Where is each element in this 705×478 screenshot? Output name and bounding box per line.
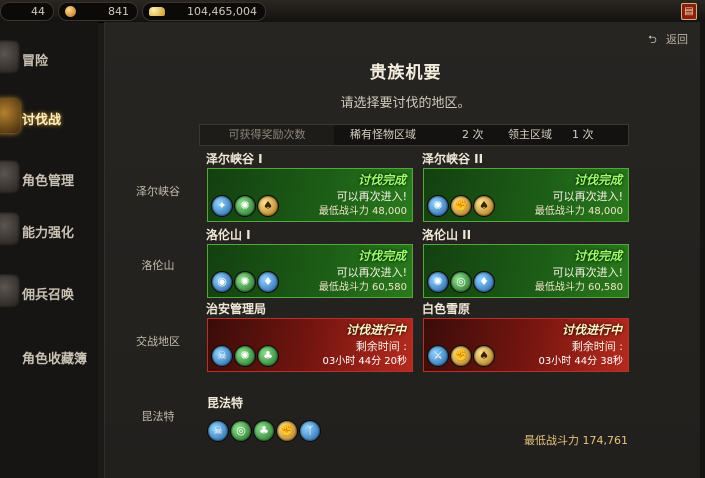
raid-name: 白色雪原 <box>422 302 471 316</box>
top-status-bar: 44 841 104,465,004 ▤ <box>0 0 705 23</box>
level-value: 44 <box>31 5 45 18</box>
raid-card[interactable]: 治安管理局 讨伐进行中 剩余时间 : 03小时 44分 20秒 ☠ ✺ ♣ <box>206 302 413 372</box>
green-orb-icon: ✺ <box>234 195 256 217</box>
sidebar: 冒险 讨伐战 角色管理 能力强化 佣兵召唤 角色收藏簿 <box>0 22 98 478</box>
gold-icon <box>149 7 165 16</box>
raid-time-remaining: 03小时 44分 38秒 <box>538 356 623 367</box>
sidebar-item-summon[interactable]: 佣兵召唤 <box>0 266 98 320</box>
fist-icon: ✊ <box>450 345 472 367</box>
gold-pill: 104,465,004 <box>142 2 266 21</box>
club-icon: ♣ <box>257 345 279 367</box>
region-label: 泽尔峡谷 <box>136 185 180 198</box>
raid-status: 讨伐进行中 <box>345 323 406 337</box>
raid-min-power: 最低战斗力 60,580 <box>534 282 623 293</box>
raid-card[interactable]: 洛伦山 II 讨伐完成 可以再次进入! 最低战斗力 60,580 ✺ ◎ ♦ <box>422 228 629 298</box>
raid-name: 洛伦山 I <box>206 228 251 242</box>
raid-min-power: 最低战斗力 48,000 <box>318 206 407 217</box>
sidebar-item-label: 角色管理 <box>22 174 75 189</box>
blue-orb-icon: ☠ <box>207 420 229 442</box>
diamond-icon: ♦ <box>473 271 495 293</box>
fist-icon: ✊ <box>450 195 472 217</box>
coin-pill: 841 <box>58 2 138 21</box>
spade-icon: ♠ <box>473 195 495 217</box>
fist-icon: ✊ <box>276 420 298 442</box>
boss-area-label: 领主区域 <box>508 128 552 141</box>
spade-icon: ♠ <box>473 345 495 367</box>
raid-icon <box>0 99 20 133</box>
coin-value: 841 <box>108 5 129 18</box>
eye-icon: ◎ <box>230 420 252 442</box>
summon-icon <box>0 274 20 308</box>
gold-value: 104,465,004 <box>187 5 257 18</box>
raid-card[interactable]: 白色雪原 讨伐进行中 剩余时间 : 03小时 44分 38秒 ⚔ ✊ ♠ <box>422 302 629 372</box>
sidebar-item-adventure[interactable]: 冒险 <box>0 32 98 86</box>
sidebar-item-collection[interactable]: 角色收藏簿 <box>0 330 98 384</box>
green-orb-icon: ✺ <box>234 271 256 293</box>
club-icon: ♣ <box>253 420 275 442</box>
raid-status: 讨伐完成 <box>357 249 406 263</box>
level-pill: 44 <box>0 2 54 21</box>
raid-name: 治安管理局 <box>206 302 267 316</box>
rare-area-count: 2 次 <box>462 128 484 141</box>
region-label: 交战地区 <box>136 335 180 348</box>
eye-icon: ◎ <box>450 271 472 293</box>
back-label: 返回 <box>666 33 688 46</box>
reward-count-bar: 可获得奖励次数 稀有怪物区域 2 次 领主区域 1 次 <box>199 124 629 146</box>
sidebar-item-label: 冒险 <box>22 54 49 69</box>
raid-status: 讨伐进行中 <box>561 323 622 337</box>
enhance-icon <box>0 212 20 246</box>
page-title: 贵族机要 <box>369 63 442 83</box>
raid-name: 洛伦山 II <box>422 228 472 242</box>
blue-orb-icon: ☠ <box>211 345 233 367</box>
raid-min-power: 最低战斗力 48,000 <box>534 206 623 217</box>
raid-status: 讨伐完成 <box>573 249 622 263</box>
raid-min-power: 最低战斗力 60,580 <box>318 282 407 293</box>
region-label: 昆法特 <box>141 410 175 423</box>
raid-panel: ⮌ 返回 贵族机要 请选择要讨伐的地区。 可获得奖励次数 稀有怪物区域 2 次 领… <box>104 22 705 478</box>
green-orb-icon: ✺ <box>234 345 256 367</box>
boss-name: 昆法特 <box>207 396 244 410</box>
blue-orb-icon: ✺ <box>427 195 449 217</box>
reward-label: 可获得奖励次数 <box>200 125 334 145</box>
sidebar-item-raid[interactable]: 讨伐战 <box>0 91 98 145</box>
blue-orb-icon: ◉ <box>211 271 233 293</box>
boss-area-count: 1 次 <box>572 128 594 141</box>
sidebar-item-character[interactable]: 角色管理 <box>0 152 98 206</box>
raid-time-remaining: 03小时 44分 20秒 <box>322 356 407 367</box>
region-label: 洛伦山 <box>141 259 175 272</box>
scrollbar[interactable] <box>700 22 705 478</box>
adventure-icon <box>0 40 20 74</box>
raid-card[interactable]: 泽尔峡谷 I 讨伐完成 可以再次进入! 最低战斗力 48,000 ✦ ✺ ♠ <box>206 152 413 222</box>
sidebar-item-label: 角色收藏簿 <box>22 352 88 367</box>
page-subtitle: 请选择要讨伐的地区。 <box>340 96 471 111</box>
back-button[interactable]: ⮌ 返回 <box>648 31 688 50</box>
sidebar-item-label: 佣兵召唤 <box>22 288 75 303</box>
sidebar-item-label: 讨伐战 <box>22 113 62 128</box>
back-arrow-icon: ⮌ <box>648 33 657 46</box>
spade-icon: ♠ <box>257 195 279 217</box>
raid-status: 讨伐完成 <box>357 173 406 187</box>
raid-name: 泽尔峡谷 II <box>422 152 484 166</box>
sidebar-item-label: 能力强化 <box>22 226 75 241</box>
raid-status: 讨伐完成 <box>573 173 622 187</box>
rare-area-label: 稀有怪物区域 <box>350 128 416 141</box>
boss-min-power: 最低战斗力 174,761 <box>524 434 628 447</box>
raid-card[interactable]: 泽尔峡谷 II 讨伐完成 可以再次进入! 最低战斗力 48,000 ✺ ✊ ♠ <box>422 152 629 222</box>
blue-orb-icon: ✦ <box>211 195 233 217</box>
blue-orb-icon: ✺ <box>427 271 449 293</box>
claw-icon: ᛉ <box>299 420 321 442</box>
sword-icon: ⚔ <box>427 345 449 367</box>
character-icon <box>0 160 20 194</box>
raid-name: 泽尔峡谷 I <box>206 152 263 166</box>
book-icon[interactable]: ▤ <box>681 3 697 20</box>
raid-card[interactable]: 洛伦山 I 讨伐完成 可以再次进入! 最低战斗力 60,580 ◉ ✺ ♦ <box>206 228 413 298</box>
diamond-icon: ♦ <box>257 271 279 293</box>
coin-icon <box>65 6 76 17</box>
sidebar-item-enhance[interactable]: 能力强化 <box>0 204 98 258</box>
